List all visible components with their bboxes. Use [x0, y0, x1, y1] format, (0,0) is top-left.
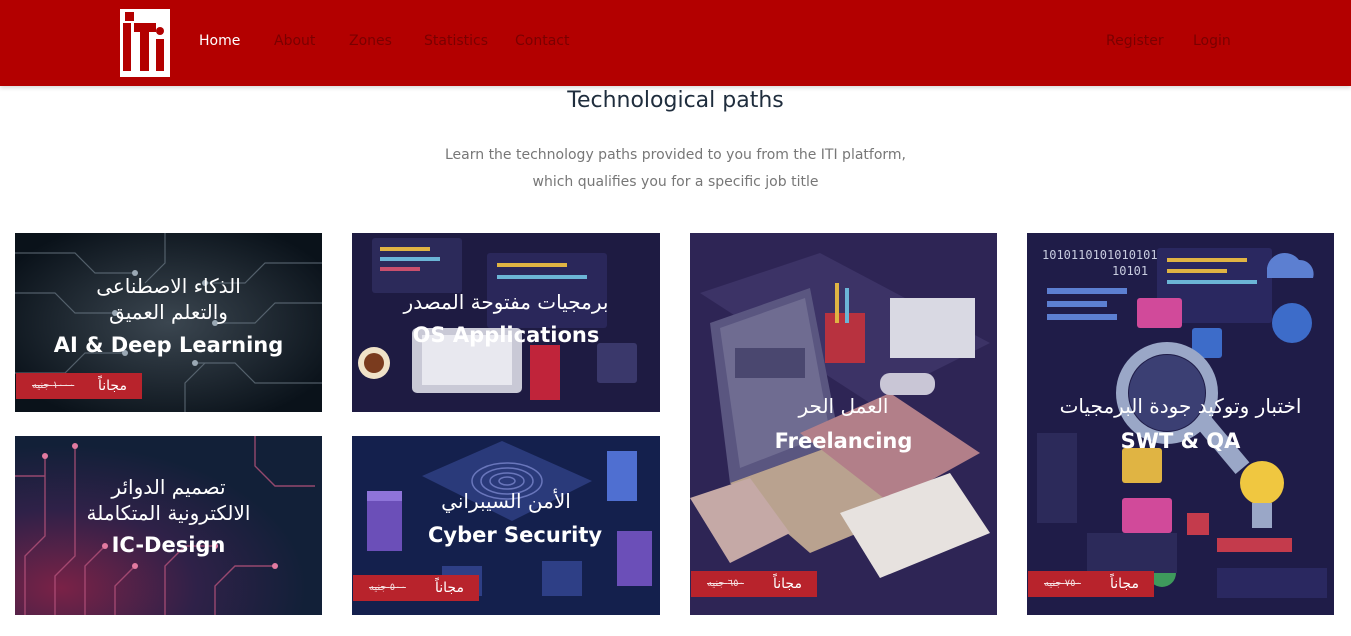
card-qa-free-label: مجاناً — [1110, 576, 1139, 592]
path-card-freelancing[interactable]: العمل الحر Freelancing ٦٥٠ جنيه مجاناً — [690, 233, 997, 615]
card-ic-title: IC-Design — [111, 533, 226, 557]
card-os-title: OS Applications — [412, 323, 600, 347]
path-card-qa[interactable]: 1010110101010101 10101 اختبار وتوكيد جود… — [1027, 233, 1334, 615]
path-card-ic-design[interactable]: تصميم الدوائر الالكترونية المتكاملة IC-D… — [15, 436, 322, 615]
card-ai-arabic-1: الذكاء الاصطناعى — [96, 274, 241, 298]
card-qa-arabic: اختبار وتوكيد جودة البرمجيات — [1059, 394, 1302, 418]
card-ai-old-price: ١٠٠٠ جنيه — [32, 380, 75, 391]
path-card-ai[interactable]: الذكاء الاصطناعى والتعلم العميق AI & Dee… — [15, 233, 322, 412]
card-cyber-price-tag: ٥٠٠ جنيه مجاناً — [353, 575, 479, 601]
nav-contact[interactable]: Contact — [515, 33, 569, 49]
card-ic-arabic-1: تصميم الدوائر — [111, 475, 226, 499]
card-freelancing-old-price: ٦٥٠ جنيه — [707, 578, 744, 589]
card-os-arabic: برمجيات مفتوحة المصدر — [403, 290, 609, 314]
workspace-background-image — [690, 233, 997, 615]
binary-line-2: 10101 — [1112, 264, 1149, 278]
section-subtitle: Learn the technology paths provided to y… — [0, 142, 1351, 196]
subtitle-line-2: which qualifies you for a specific job t… — [532, 174, 819, 190]
card-freelancing-arabic: العمل الحر — [798, 394, 889, 418]
navbar: Home About Zones Statistics Contact Regi… — [0, 0, 1351, 86]
card-cyber-title: Cyber Security — [428, 523, 603, 547]
iti-logo-icon — [123, 12, 164, 71]
subtitle-line-1: Learn the technology paths provided to y… — [444, 147, 906, 163]
card-ai-price-tag: ١٠٠٠ جنيه مجاناً — [16, 373, 142, 399]
binary-digits-text: 1010110101010101 10101 — [1042, 247, 1158, 279]
card-cyber-old-price: ٥٠٠ جنيه — [369, 582, 406, 593]
card-cyber-free-label: مجاناً — [435, 580, 464, 596]
card-ic-arabic-2: الالكترونية المتكاملة — [86, 501, 251, 525]
card-qa-title: SWT & QA — [1120, 429, 1241, 453]
qa-background-image — [1027, 233, 1334, 615]
card-ai-arabic-2: والتعلم العميق — [109, 300, 228, 324]
nav-about[interactable]: About — [274, 33, 315, 49]
path-card-os[interactable]: برمجيات مفتوحة المصدر OS Applications — [352, 233, 660, 412]
nav-login[interactable]: Login — [1193, 33, 1231, 49]
binary-line-1: 1010110101010101 — [1042, 248, 1158, 262]
section-title: Technological paths — [567, 88, 784, 113]
nav-zones[interactable]: Zones — [349, 33, 392, 49]
path-card-cyber-security[interactable]: الأمن السيبراني Cyber Security ٥٠٠ جنيه … — [352, 436, 660, 615]
card-ai-title: AI & Deep Learning — [53, 333, 284, 357]
nav-register[interactable]: Register — [1106, 33, 1164, 49]
card-ai-free-label: مجاناً — [98, 378, 127, 394]
nav-home[interactable]: Home — [199, 33, 240, 49]
card-freelancing-free-label: مجاناً — [773, 576, 802, 592]
card-qa-old-price: ٧٥٠ جنيه — [1044, 578, 1081, 589]
nav-statistics[interactable]: Statistics — [424, 33, 488, 49]
card-freelancing-price-tag: ٦٥٠ جنيه مجاناً — [691, 571, 817, 597]
card-cyber-arabic: الأمن السيبراني — [441, 489, 571, 513]
iti-logo[interactable] — [120, 9, 170, 77]
card-freelancing-title: Freelancing — [774, 429, 913, 453]
card-qa-price-tag: ٧٥٠ جنيه مجاناً — [1028, 571, 1154, 597]
